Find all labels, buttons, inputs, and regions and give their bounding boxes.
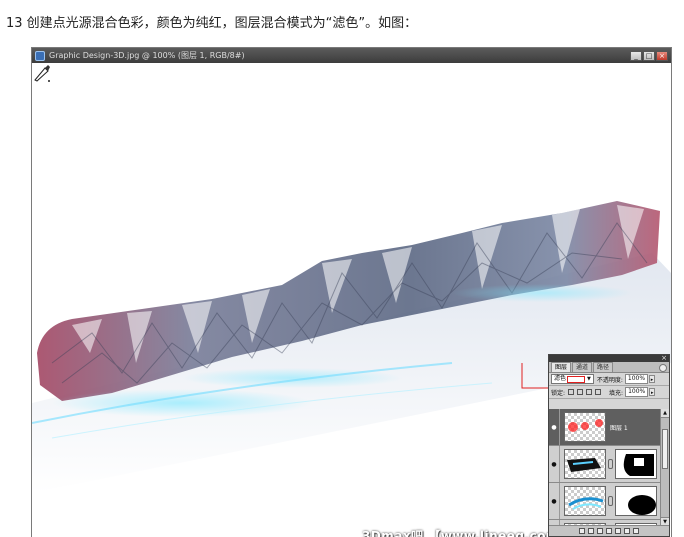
panel-bottom-bar — [549, 525, 669, 536]
panel-header[interactable]: × — [549, 354, 669, 362]
eye-icon[interactable]: ● — [549, 483, 560, 519]
scroll-up-icon[interactable]: ▲ — [661, 409, 669, 418]
document-window: Graphic Design-3D.jpg @ 100% (图层 1, RGB/… — [31, 47, 672, 537]
window-titlebar[interactable]: Graphic Design-3D.jpg @ 100% (图层 1, RGB/… — [32, 48, 671, 63]
new-group-icon[interactable] — [615, 528, 621, 534]
link-layers-icon[interactable] — [579, 528, 585, 534]
tab-channels[interactable]: 通道 — [572, 362, 593, 372]
link-chain-icon — [608, 459, 613, 469]
blend-mode-value: 滤色 — [554, 375, 567, 382]
layer-thumbnail — [564, 449, 606, 479]
blend-mode-select[interactable]: 滤色 ▼ — [551, 374, 594, 384]
maximize-button[interactable]: □ — [643, 50, 655, 61]
eye-icon[interactable]: ● — [549, 409, 560, 445]
layer-mask-thumbnail — [615, 486, 657, 516]
chevron-down-icon: ▼ — [587, 376, 591, 382]
close-button[interactable]: × — [656, 50, 668, 61]
layer-thumbnail — [564, 412, 606, 442]
window-title: Graphic Design-3D.jpg @ 100% (图层 1, RGB/… — [49, 51, 245, 60]
brush-cursor-icon — [34, 65, 50, 82]
opacity-slider-button[interactable]: ▸ — [649, 375, 656, 383]
caption-text: 13 创建点光源混合色彩，颜色为纯红，图层混合模式为“滤色”。如图： — [6, 16, 418, 31]
fill-input[interactable]: 100% — [625, 387, 649, 397]
opacity-input[interactable]: 100% — [624, 374, 649, 384]
tab-layers[interactable]: 图层 — [551, 362, 572, 372]
layers-scrollbar[interactable]: ▲ ▼ — [660, 409, 669, 526]
eye-icon[interactable]: ● — [549, 446, 560, 482]
scroll-thumb[interactable] — [662, 429, 668, 469]
trash-icon[interactable] — [633, 528, 639, 534]
lock-label: 锁定: — [551, 389, 566, 397]
highlight-box — [567, 375, 586, 383]
fill-slider-button[interactable]: ▸ — [649, 388, 656, 396]
new-layer-icon[interactable] — [624, 528, 630, 534]
tab-paths[interactable]: 路径 — [593, 362, 614, 372]
lock-paint-icon[interactable] — [577, 389, 584, 395]
lock-row: 锁定: 填充: 100% ▸ — [549, 386, 669, 399]
layer-row[interactable]: ● — [549, 446, 661, 483]
photoshop-icon — [35, 50, 45, 61]
panel-menu-icon[interactable] — [659, 364, 667, 372]
panel-tabs: 图层 通道 路径 — [549, 362, 669, 373]
panel-close-button[interactable]: × — [661, 354, 667, 362]
lock-transparent-icon[interactable] — [568, 389, 575, 395]
image-canvas[interactable]: 3Dmax吧 【www.lineeg.com/tieba/1771】 × 图层 … — [32, 63, 671, 537]
layer-name: 图层 1 — [610, 424, 628, 432]
adjustment-layer-icon[interactable] — [606, 528, 612, 534]
layers-list: ● 图层 1 ● ● — [549, 409, 661, 526]
layer-mask-thumbnail — [615, 449, 657, 479]
blend-row: 滤色 ▼ 不透明度: 100% ▸ — [549, 373, 669, 386]
fill-label: 填充: — [609, 389, 624, 397]
layer-thumbnail — [564, 486, 606, 516]
layer-row[interactable]: ● 图层 1 — [549, 409, 661, 446]
layers-panel: × 图层 通道 路径 滤色 ▼ 不透明度: 100% ▸ 锁定: 填充: 100… — [548, 354, 670, 537]
minimize-button[interactable]: _ — [630, 50, 642, 61]
layer-row[interactable]: ● — [549, 483, 661, 520]
link-chain-icon — [608, 496, 613, 506]
layer-style-icon[interactable] — [588, 528, 594, 534]
lock-icon[interactable] — [595, 389, 602, 395]
add-mask-icon[interactable] — [597, 528, 603, 534]
lock-move-icon[interactable] — [586, 389, 593, 395]
opacity-label: 不透明度: — [596, 376, 623, 384]
